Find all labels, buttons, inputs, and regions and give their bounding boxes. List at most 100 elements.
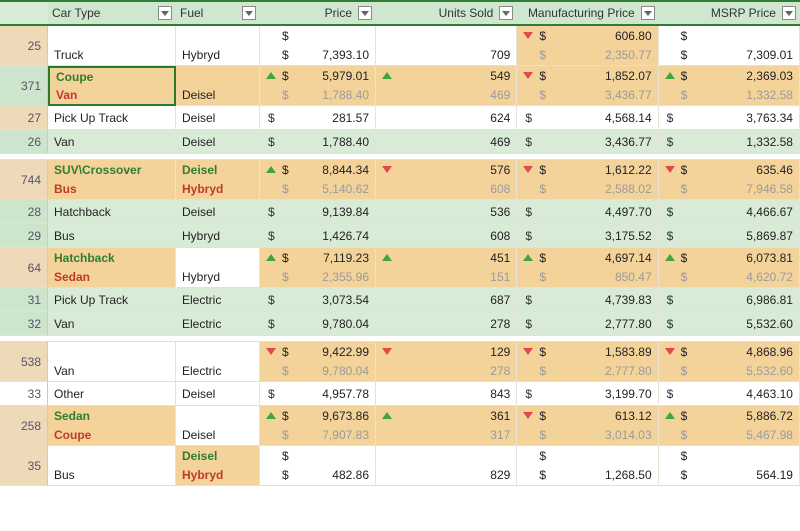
cell-msrp-price[interactable]: $3,763.34 xyxy=(659,106,800,130)
cell-car-type[interactable]: Pick Up Track xyxy=(48,288,176,312)
cell-fuel-diff[interactable]: Hybryd xyxy=(176,248,260,288)
cell-mfg-price-diff[interactable]: $1,852.07$3,436.77 xyxy=(517,66,658,106)
cell-price-diff[interactable]: $$482.86 xyxy=(260,446,376,486)
filter-dropdown-icon[interactable] xyxy=(641,6,655,20)
cell-units[interactable]: 687 xyxy=(376,288,517,312)
cell-mfg-price[interactable]: $4,568.14 xyxy=(517,106,658,130)
cell-fuel[interactable]: Electric xyxy=(176,288,260,312)
cell-mfg-price-diff[interactable]: $1,612.22$2,588.02 xyxy=(517,160,658,200)
cell-msrp-price-diff[interactable]: $$564.19 xyxy=(659,446,800,486)
cell-msrp-price[interactable]: $4,463.10 xyxy=(659,382,800,406)
cell-price-diff[interactable]: $8,844.34$5,140.62 xyxy=(260,160,376,200)
cell-msrp-price-diff[interactable]: $5,886.72$5,467.98 xyxy=(659,406,800,446)
cell-units-diff[interactable]: 549469 xyxy=(376,66,517,106)
cell-mfg-price-diff[interactable]: $606.80$2,350.77 xyxy=(517,26,658,66)
cell-mfg-price[interactable]: $3,175.52 xyxy=(517,224,658,248)
cell-fuel[interactable]: Hybryd xyxy=(176,224,260,248)
column-header[interactable]: Fuel xyxy=(176,0,260,26)
cell-msrp-price[interactable]: $6,986.81 xyxy=(659,288,800,312)
cell-car-type-diff[interactable]: Bus xyxy=(48,446,176,486)
cell-price[interactable]: $3,073.54 xyxy=(260,288,376,312)
cell-car-type-diff[interactable]: HatchbackSedan xyxy=(48,248,176,288)
cell-units[interactable]: 608 xyxy=(376,224,517,248)
cell-units[interactable]: 624 xyxy=(376,106,517,130)
cell-msrp-price[interactable]: $5,869.87 xyxy=(659,224,800,248)
cell-mfg-price-diff[interactable]: $4,697.14$850.47 xyxy=(517,248,658,288)
cell-price-diff[interactable]: $5,979.01$1,788.40 xyxy=(260,66,376,106)
cell-car-type-diff[interactable]: Van xyxy=(48,342,176,382)
header-label: Price xyxy=(264,6,358,20)
cell-price-diff[interactable]: $9,422.99$9,780.04 xyxy=(260,342,376,382)
cell-msrp-price-diff[interactable]: $4,868.96$5,532.60 xyxy=(659,342,800,382)
cell-price-diff[interactable]: $$7,393.10 xyxy=(260,26,376,66)
cell-mfg-price-diff[interactable]: $$1,268.50 xyxy=(517,446,658,486)
cell-fuel[interactable]: Electric xyxy=(176,312,260,336)
cell-price[interactable]: $1,426.74 xyxy=(260,224,376,248)
cell-price[interactable]: $9,139.84 xyxy=(260,200,376,224)
cell-mfg-price[interactable]: $2,777.80 xyxy=(517,312,658,336)
cell-mfg-price[interactable]: $3,436.77 xyxy=(517,130,658,154)
filter-dropdown-icon[interactable] xyxy=(499,6,513,20)
cell-fuel-diff[interactable]: Hybryd xyxy=(176,26,260,66)
cell-car-type[interactable]: Van xyxy=(48,312,176,336)
column-header[interactable]: Car Type xyxy=(48,0,176,26)
trend-up-icon xyxy=(266,72,276,79)
cell-units-diff[interactable]: 361317 xyxy=(376,406,517,446)
cell-units[interactable]: 843 xyxy=(376,382,517,406)
cell-fuel[interactable]: Deisel xyxy=(176,382,260,406)
column-header[interactable]: Manufacturing Price xyxy=(517,0,658,26)
filter-dropdown-icon[interactable] xyxy=(782,6,796,20)
cell-fuel-diff[interactable]: DeiselHybryd xyxy=(176,160,260,200)
cell-car-type[interactable]: Bus xyxy=(48,224,176,248)
cell-price[interactable]: $281.57 xyxy=(260,106,376,130)
cell-msrp-price[interactable]: $5,532.60 xyxy=(659,312,800,336)
cell-units-diff[interactable]: 451151 xyxy=(376,248,517,288)
column-header[interactable]: Price xyxy=(260,0,376,26)
cell-price[interactable]: $4,957.78 xyxy=(260,382,376,406)
cell-fuel-diff[interactable]: Deisel xyxy=(176,406,260,446)
cell-units-diff[interactable]: 129278 xyxy=(376,342,517,382)
cell-car-type[interactable]: Van xyxy=(48,130,176,154)
cell-mfg-price[interactable]: $4,497.70 xyxy=(517,200,658,224)
cell-mfg-price[interactable]: $3,199.70 xyxy=(517,382,658,406)
cell-msrp-price-diff[interactable]: $635.46$7,946.58 xyxy=(659,160,800,200)
cell-car-type[interactable]: Pick Up Track xyxy=(48,106,176,130)
cell-fuel-diff[interactable]: Electric xyxy=(176,342,260,382)
cell-msrp-price[interactable]: $4,466.67 xyxy=(659,200,800,224)
cell-fuel-diff[interactable]: DeiselHybryd xyxy=(176,446,260,486)
cell-car-type-diff[interactable]: SUV\CrossoverBus xyxy=(48,160,176,200)
cell-mfg-price-diff[interactable]: $1,583.89$2,777.80 xyxy=(517,342,658,382)
filter-dropdown-icon[interactable] xyxy=(242,6,256,20)
column-header[interactable]: Units Sold xyxy=(376,0,517,26)
cell-units[interactable]: 278 xyxy=(376,312,517,336)
column-header[interactable]: MSRP Price xyxy=(659,0,800,26)
trend-up-icon xyxy=(382,412,392,419)
cell-msrp-price[interactable]: $1,332.58 xyxy=(659,130,800,154)
cell-mfg-price-diff[interactable]: $613.12$3,014.03 xyxy=(517,406,658,446)
cell-fuel[interactable]: Deisel xyxy=(176,200,260,224)
cell-fuel[interactable]: Deisel xyxy=(176,130,260,154)
cell-msrp-price-diff[interactable]: $$7,309.01 xyxy=(659,26,800,66)
cell-units[interactable]: 469 xyxy=(376,130,517,154)
cell-price[interactable]: $9,780.04 xyxy=(260,312,376,336)
filter-dropdown-icon[interactable] xyxy=(358,6,372,20)
cell-price-diff[interactable]: $9,673.86$7,907.83 xyxy=(260,406,376,446)
row-number: 27 xyxy=(0,106,48,130)
cell-units-diff[interactable]: 576608 xyxy=(376,160,517,200)
cell-mfg-price[interactable]: $4,739.83 xyxy=(517,288,658,312)
cell-units[interactable]: 536 xyxy=(376,200,517,224)
cell-price[interactable]: $1,788.40 xyxy=(260,130,376,154)
cell-car-type-diff[interactable]: SedanCoupe xyxy=(48,406,176,446)
cell-msrp-price-diff[interactable]: $2,369.03$1,332.58 xyxy=(659,66,800,106)
cell-price-diff[interactable]: $7,119.23$2,355.96 xyxy=(260,248,376,288)
cell-fuel[interactable]: Deisel xyxy=(176,106,260,130)
cell-car-type[interactable]: Hatchback xyxy=(48,200,176,224)
cell-units-diff[interactable]: 709 xyxy=(376,26,517,66)
cell-car-type-diff[interactable]: Truck xyxy=(48,26,176,66)
cell-units-diff[interactable]: 829 xyxy=(376,446,517,486)
cell-car-type[interactable]: Other xyxy=(48,382,176,406)
filter-dropdown-icon[interactable] xyxy=(158,6,172,20)
cell-fuel-diff[interactable]: Deisel xyxy=(176,66,260,106)
cell-msrp-price-diff[interactable]: $6,073.81$4,620.72 xyxy=(659,248,800,288)
cell-car-type-diff[interactable]: CoupeVan xyxy=(48,66,176,106)
